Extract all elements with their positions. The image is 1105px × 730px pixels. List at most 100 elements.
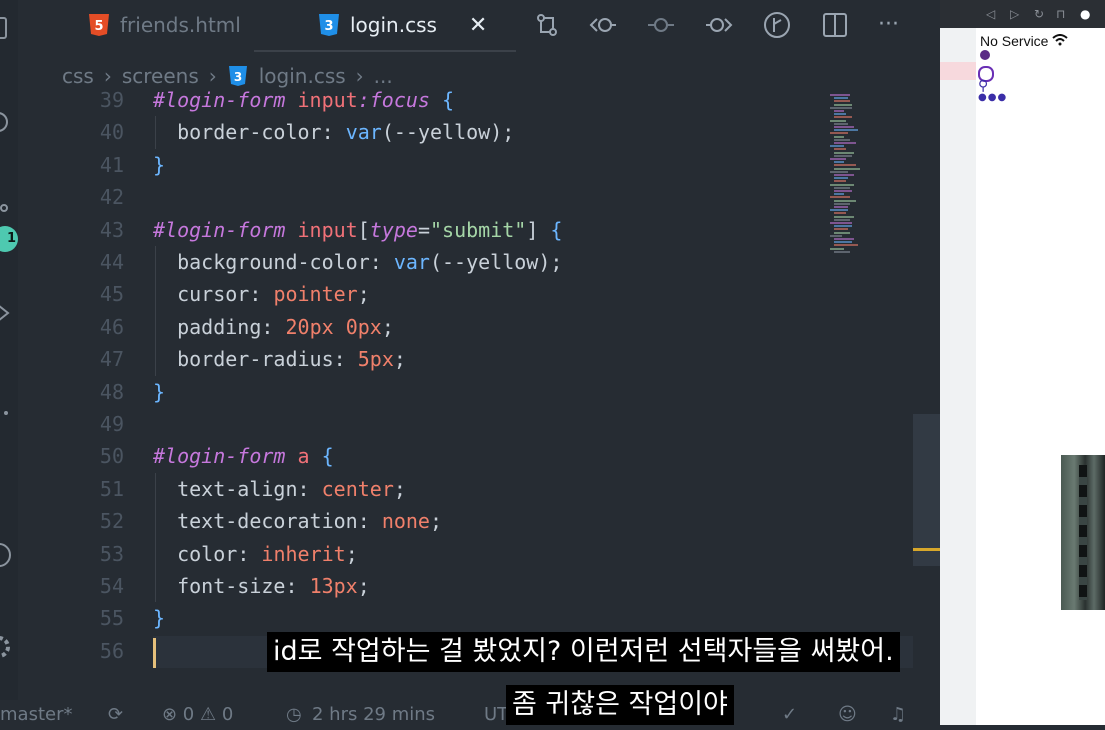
line-number: 52 [99,509,124,534]
breadcrumb-item[interactable]: screens [122,64,199,88]
minimap-line [834,135,844,138]
compare-changes-icon[interactable] [532,10,562,40]
bookmark-icon[interactable]: ⊓ [1056,7,1065,21]
feedback-icon[interactable]: ☺ [838,704,857,725]
code-text: font-size: 13px; [177,574,370,598]
line-number: 51 [99,476,124,501]
forward-icon[interactable]: ▷ [1010,7,1019,21]
subtitle-line-1: id로 작업하는 걸 봤었지? 이런저런 선택자들을 써봤어. [267,632,900,672]
code-line[interactable]: 41} [18,149,913,181]
code-line[interactable]: 52 text-decoration: none; [18,505,913,537]
phone-status-bar: No Service [980,33,1069,49]
more-icon[interactable]: ●●● [978,92,1007,103]
indent-guide [155,537,156,570]
code-line[interactable]: 42 [18,181,913,213]
split-editor-icon[interactable] [820,10,850,40]
scrollbar-thumb[interactable] [913,414,940,566]
tab-login-css[interactable]: 3 login.css ✕ [318,0,487,50]
camera-photo-thumbnail [1061,455,1105,610]
minimap[interactable] [828,90,918,260]
code-line[interactable]: 53 color: inherit; [18,538,913,570]
more-actions-icon[interactable]: ··· [878,10,908,40]
indent-guide [155,246,156,279]
encoding[interactable]: UT [484,704,508,725]
line-number: 49 [99,412,124,436]
code-line[interactable]: 54 font-size: 13px; [18,570,913,602]
reload-icon[interactable]: ↻ [1034,7,1044,21]
code-line[interactable]: 39 #login-form input:focus { [18,90,913,116]
info-icon[interactable]: ● [1080,7,1090,21]
minimap-line [834,97,848,100]
coding-time[interactable]: 2 hrs 29 mins [312,704,435,725]
profile-icon[interactable] [980,50,990,60]
code-line[interactable]: 40 border-color: var(--yellow); [18,116,913,148]
breadcrumb-item[interactable]: login.css [259,64,346,88]
minimap-line [834,238,854,240]
back-icon[interactable]: ◁ [986,7,995,21]
line-number: 53 [99,541,124,566]
line-number: 50 [99,444,124,469]
svg-text:3: 3 [234,70,242,84]
preview-toolbar: ◁ ▷ ↻ ⊓ ● [976,0,1105,28]
code-line[interactable]: 43 #login-form input[type="submit"] { [18,214,913,246]
code-line[interactable]: 45 cursor: pointer; [18,278,913,310]
minimap-line [834,110,844,112]
vertical-scrollbar[interactable] [913,90,940,725]
minimap-line [830,247,844,250]
breadcrumb-item[interactable]: ... [374,64,393,88]
code-text: } [153,152,166,177]
line-number: 47 [99,347,124,372]
indent-guide [155,278,156,311]
carrier-status: No Service [980,33,1049,49]
line-number: 54 [99,574,124,598]
html5-icon: 5 [89,14,109,36]
indent-guide [155,472,156,506]
code-text: padding: 20px 0px; [177,314,394,339]
settings-gear-icon[interactable] [0,634,12,660]
code-line[interactable]: 51 text-align: center; [18,473,913,505]
clock-icon: ◷ [286,704,302,725]
line-number: 56 [99,638,124,663]
problems-indicator[interactable]: ⊗ 0 ⚠ 0 [162,704,233,725]
code-line[interactable]: 46 padding: 20px 0px; [18,311,913,343]
code-line[interactable]: 47 border-radius: 5px; [18,343,913,375]
check-icon[interactable]: ✓ [782,704,797,725]
minimap-line [834,138,850,141]
minimap-line [834,228,848,231]
source-control-badge: 1 [0,226,18,252]
minimap-line [830,170,848,173]
breadcrumb-item[interactable]: css [62,64,94,88]
minimap-line [834,174,854,176]
go-back-commit-icon[interactable] [588,10,618,40]
minimap-line [834,142,856,144]
code-line[interactable]: 55} [18,602,913,634]
minimap-line [834,151,854,154]
indent-guide [155,505,156,538]
account-icon[interactable] [0,542,12,568]
code-line[interactable]: 49 [18,408,913,440]
chevron-right-icon: › [103,64,112,88]
run-debug-icon[interactable] [0,300,12,326]
code-line[interactable]: 50 #login-form a { [18,440,913,472]
minimap-line [834,100,850,103]
git-graph-icon[interactable] [762,10,792,40]
close-tab-icon[interactable]: ✕ [469,13,487,38]
files-icon[interactable] [0,14,12,40]
code-text: } [153,606,166,631]
minimap-line [834,180,846,183]
code-text: background-color: var(--yellow); [177,250,563,274]
code-line[interactable]: 48} [18,376,913,408]
minimap-line [834,244,858,247]
extensions-icon[interactable] [0,400,12,426]
code-line[interactable]: 44 background-color: var(--yellow); [18,246,913,278]
tab-friends-html[interactable]: 5 friends.html [88,0,241,50]
sync-icon[interactable]: ⟳ [108,704,123,725]
code-text: border-radius: 5px; [177,347,406,372]
git-branch[interactable]: master* [0,704,72,725]
go-forward-commit-icon[interactable] [704,10,734,40]
source-control-icon[interactable] [0,200,12,226]
bell-icon[interactable]: ♫ [890,704,906,725]
minimap-line [834,129,858,132]
search-icon[interactable] [0,110,12,136]
commit-icon[interactable] [646,10,676,40]
